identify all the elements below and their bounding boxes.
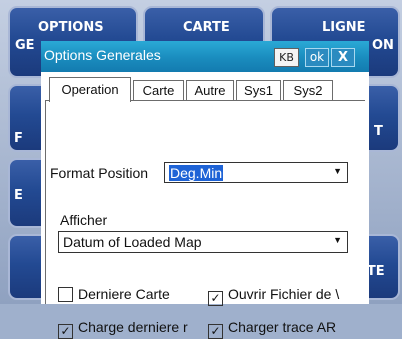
tab-autre[interactable]: Autre <box>186 80 234 101</box>
tile-label-line1: OPTIONS <box>38 20 104 35</box>
check-icon: ✓ <box>58 324 73 339</box>
charger-trace-checkbox[interactable]: ✓ Charger trace AR <box>208 319 336 339</box>
tab-operation[interactable]: Operation <box>49 77 131 102</box>
tile-label-e: E <box>14 188 23 203</box>
checkbox-label: Charge derniere r <box>78 319 188 335</box>
derniere-carte-checkbox[interactable]: Derniere Carte <box>58 286 170 302</box>
chevron-down-icon: ▼ <box>333 235 342 245</box>
afficher-select[interactable]: Datum of Loaded Map ▼ <box>58 231 348 253</box>
check-icon: ✓ <box>208 324 223 339</box>
tile-label-line1: LIGNE <box>322 20 366 35</box>
operation-panel: Format Position Deg.Min ▼ Afficher Datum… <box>45 100 365 339</box>
close-button[interactable]: X <box>331 48 355 67</box>
tab-carte[interactable]: Carte <box>133 80 184 101</box>
afficher-value: Datum of Loaded Map <box>63 234 202 250</box>
tile-label-f: F <box>14 131 23 146</box>
dialog-title: Options Generales <box>44 47 161 63</box>
checkbox-label: Derniere Carte <box>78 286 170 302</box>
checkbox-label: Charger trace AR <box>228 319 337 335</box>
chevron-down-icon: ▼ <box>333 166 342 176</box>
ouvrir-fichier-checkbox[interactable]: ✓ Ouvrir Fichier de \ <box>208 286 339 306</box>
tile-label-carte: CARTE <box>183 20 230 35</box>
dialog-titlebar: Options Generales KB ok X <box>41 41 369 72</box>
tile-label-line2: ON <box>372 38 394 53</box>
format-position-select[interactable]: Deg.Min ▼ <box>164 162 348 183</box>
tile-label-t: T <box>374 124 383 139</box>
checkbox-box <box>58 287 73 302</box>
format-position-value: Deg.Min <box>169 165 224 181</box>
ok-button[interactable]: ok <box>305 48 329 67</box>
keyboard-button[interactable]: KB <box>274 48 299 67</box>
format-position-label: Format Position <box>50 165 149 181</box>
tab-sys1[interactable]: Sys1 <box>236 80 281 101</box>
afficher-label: Afficher <box>60 212 108 228</box>
close-icon: X <box>337 50 349 65</box>
charge-derniere-checkbox[interactable]: ✓ Charge derniere r <box>58 319 188 339</box>
tile-label-line2: GE <box>15 38 35 53</box>
checkbox-label: Ouvrir Fichier de \ <box>228 286 340 302</box>
options-generales-dialog: Options Generales KB ok X Operation Cart… <box>41 41 369 339</box>
tab-sys2[interactable]: Sys2 <box>283 80 333 101</box>
